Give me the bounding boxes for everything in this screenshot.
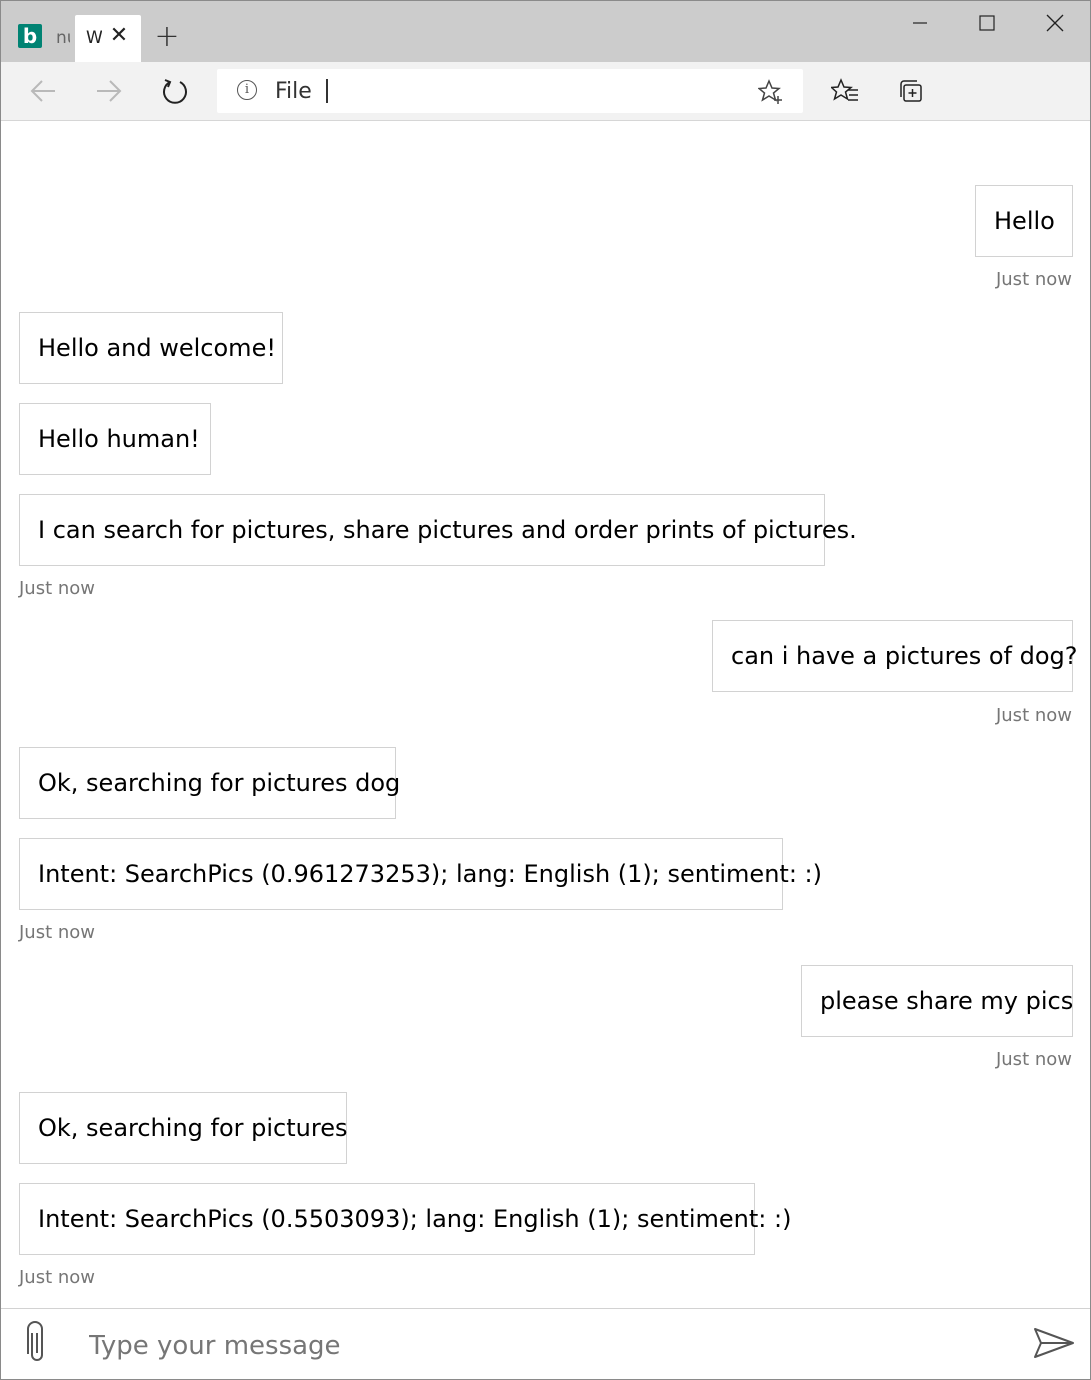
bot-message: Ok, searching for pictures dog bbox=[19, 747, 400, 819]
collections-icon bbox=[900, 80, 922, 102]
add-favorite-star-icon[interactable] bbox=[757, 78, 785, 106]
tab-inactive[interactable]: b nu bbox=[9, 15, 75, 62]
back-button[interactable] bbox=[25, 73, 61, 109]
maximize-button[interactable] bbox=[964, 9, 1010, 37]
user-message: please share my pics bbox=[801, 965, 1073, 1037]
star-plus-icon bbox=[758, 79, 782, 104]
message-timestamp: Just now bbox=[995, 269, 1072, 290]
favorites-list-icon bbox=[831, 78, 858, 101]
send-icon[interactable] bbox=[1033, 1325, 1075, 1361]
message-text: I can search for pictures, share picture… bbox=[38, 516, 857, 544]
message-composer bbox=[1, 1308, 1090, 1379]
bot-message: Ok, searching for pictures bbox=[19, 1092, 347, 1164]
user-message: Hello bbox=[975, 185, 1073, 257]
message-input[interactable] bbox=[87, 1323, 991, 1369]
collections-button[interactable] bbox=[893, 73, 929, 109]
message-text: Hello and welcome! bbox=[38, 334, 276, 362]
close-icon bbox=[1046, 14, 1064, 32]
user-message: can i have a pictures of dog? bbox=[712, 620, 1078, 692]
address-scheme-label: File bbox=[275, 79, 312, 104]
refresh-icon bbox=[163, 79, 187, 104]
favorites-button[interactable] bbox=[827, 73, 863, 109]
new-tab-button[interactable]: + bbox=[153, 22, 181, 52]
message-text: Ok, searching for pictures bbox=[38, 1114, 348, 1142]
refresh-button[interactable] bbox=[157, 73, 193, 109]
title-bar: b nu W ✕ + bbox=[1, 1, 1090, 62]
text-caret bbox=[326, 79, 328, 103]
maximize-icon bbox=[979, 15, 995, 31]
bot-message: I can search for pictures, share picture… bbox=[19, 494, 857, 566]
message-timestamp: Just now bbox=[19, 1267, 96, 1288]
bot-message: Hello and welcome! bbox=[19, 312, 283, 384]
message-text: Hello human! bbox=[38, 425, 200, 453]
message-timestamp: Just now bbox=[19, 578, 96, 599]
message-text: Hello bbox=[994, 207, 1055, 235]
message-text: can i have a pictures of dog? bbox=[731, 642, 1078, 670]
forward-button[interactable] bbox=[91, 73, 127, 109]
bing-icon: b bbox=[18, 24, 42, 48]
message-timestamp: Just now bbox=[995, 1049, 1072, 1070]
minimize-icon bbox=[913, 22, 927, 24]
tab-title: nu bbox=[56, 28, 70, 48]
close-window-button[interactable] bbox=[1032, 9, 1078, 37]
bot-message: Intent: SearchPics (0.5503093); lang: En… bbox=[19, 1183, 791, 1255]
browser-window: b nu W ✕ + i File bbox=[0, 0, 1091, 1380]
address-bar[interactable]: i File bbox=[217, 69, 803, 113]
bot-message: Hello human! bbox=[19, 403, 211, 475]
info-icon[interactable]: i bbox=[237, 80, 257, 100]
tab-active[interactable]: W ✕ bbox=[75, 15, 141, 62]
back-arrow-icon bbox=[30, 80, 55, 102]
message-timestamp: Just now bbox=[19, 922, 96, 943]
bot-message: Intent: SearchPics (0.961273253); lang: … bbox=[19, 838, 822, 910]
attach-paperclip-icon[interactable] bbox=[21, 1321, 53, 1365]
message-text: Intent: SearchPics (0.5503093); lang: En… bbox=[38, 1205, 792, 1233]
message-text: Ok, searching for pictures dog bbox=[38, 769, 401, 797]
chat-transcript[interactable]: Hello Just now Hello and welcome! Hello … bbox=[1, 121, 1090, 1308]
minimize-button[interactable] bbox=[897, 9, 943, 37]
browser-toolbar: i File bbox=[1, 62, 1090, 121]
tab-title: W bbox=[86, 28, 102, 48]
message-timestamp: Just now bbox=[995, 705, 1072, 726]
message-text: please share my pics bbox=[820, 987, 1074, 1015]
close-tab-icon[interactable]: ✕ bbox=[107, 24, 131, 48]
message-text: Intent: SearchPics (0.961273253); lang: … bbox=[38, 860, 822, 888]
forward-arrow-icon bbox=[97, 80, 122, 102]
